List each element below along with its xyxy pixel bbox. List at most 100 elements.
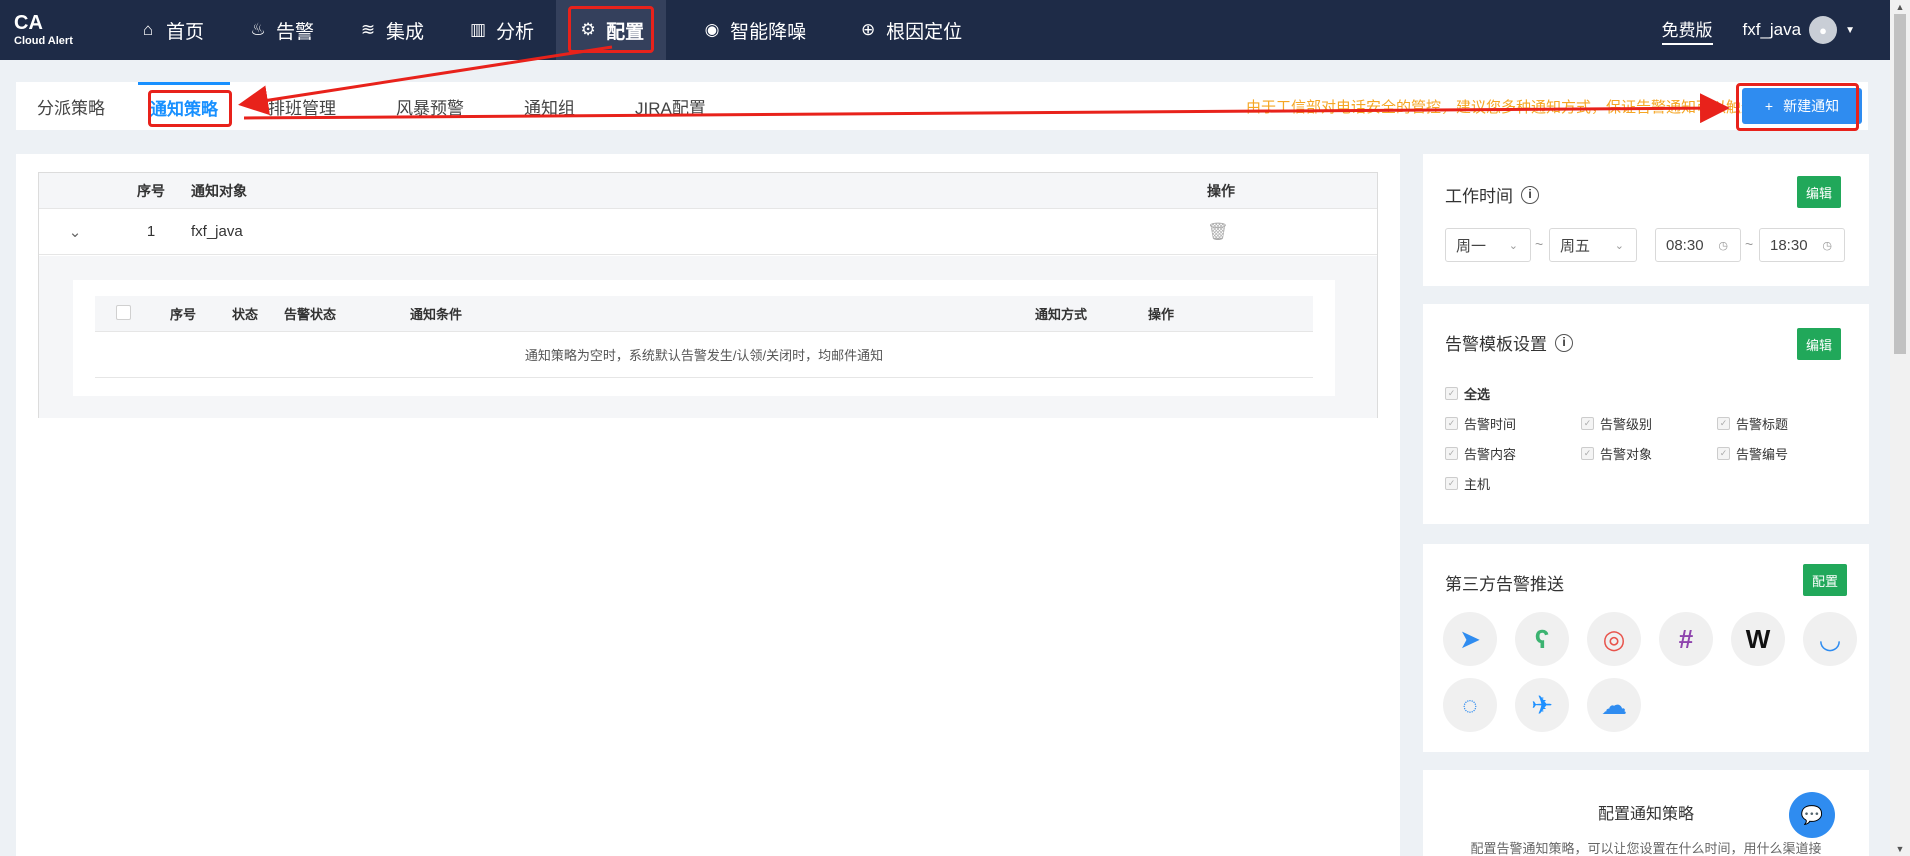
check-icon: ✓: [1581, 417, 1594, 430]
template-checkbox[interactable]: ✓ 告警级别: [1581, 414, 1652, 433]
tab-notify-group[interactable]: 通知组: [494, 82, 605, 130]
info-icon[interactable]: i: [1555, 333, 1573, 352]
sub-header-op: 操作: [1147, 307, 1174, 322]
tab-storm-warning[interactable]: 风暴预警: [366, 82, 494, 130]
template-checkbox[interactable]: ✓ 主机: [1445, 474, 1490, 493]
template-edit-button[interactable]: 编辑: [1797, 328, 1841, 360]
check-icon: ✓: [1581, 447, 1594, 460]
template-checkbox[interactable]: ✓ 告警对象: [1581, 444, 1652, 463]
target-icon: ⊕: [860, 20, 876, 39]
main-nav: ⌂ 首页 ♨ 告警 ≋ 集成 ▥ 分析 ⚙ 配置 ◉ 智能降噪 ⊕ 根因定位: [115, 0, 984, 60]
third-party-config-button[interactable]: 配置: [1803, 564, 1847, 596]
scroll-up-icon[interactable]: ▲: [1890, 0, 1910, 14]
check-icon: ✓: [1717, 417, 1730, 430]
scroll-down-icon[interactable]: ▼: [1890, 842, 1910, 856]
nav-home[interactable]: ⌂ 首页: [115, 0, 226, 60]
template-checkbox[interactable]: ✓ 告警内容: [1445, 444, 1516, 463]
day-to-select[interactable]: 周五 ⌄: [1549, 228, 1637, 262]
tab-label: 风暴预警: [396, 98, 464, 118]
header-no: 序号: [137, 182, 165, 199]
nav-noise-reduction[interactable]: ◉ 智能降噪: [666, 0, 828, 60]
help-desc: 配置告警通知策略，可以让您设置在什么时间，用什么渠道接: [1470, 841, 1822, 856]
chat-bubble-icon[interactable]: ◌: [1443, 678, 1497, 732]
third-party-title: 第三方告警推送: [1445, 575, 1564, 594]
chat-support-button[interactable]: 💬: [1789, 792, 1835, 838]
nav-root-cause[interactable]: ⊕ 根因定位: [828, 0, 984, 60]
smile-icon[interactable]: ◡: [1803, 612, 1857, 666]
day-from-select[interactable]: 周一 ⌄: [1445, 228, 1531, 262]
info-icon[interactable]: i: [1521, 185, 1539, 204]
tab-dispatch-policy[interactable]: 分派策略: [16, 82, 126, 130]
nav-alerts[interactable]: ♨ 告警: [226, 0, 336, 60]
vertical-scrollbar[interactable]: ▲ ▼: [1890, 0, 1910, 856]
free-version-link[interactable]: 免费版: [1661, 16, 1713, 45]
top-right-area: 免费版 fxf_java ● ▼: [1661, 16, 1891, 45]
template-title-row: 告警模板设置 i: [1445, 330, 1573, 355]
logo-title: CA: [14, 12, 43, 34]
policy-subtable-panel: 序号 状态 告警状态 通知条件 通知方式 操作 通知策略为空时，系统默认告警发生…: [73, 280, 1335, 396]
template-checkbox[interactable]: ✓ 告警时间: [1445, 414, 1516, 433]
feishu-icon[interactable]: ◎: [1587, 612, 1641, 666]
day-to-value: 周五: [1560, 237, 1591, 255]
time-to-picker[interactable]: 18:30 ◷: [1759, 228, 1845, 262]
logo[interactable]: CA Cloud Alert: [0, 12, 115, 48]
sub-header-method: 通知方式: [1034, 307, 1087, 322]
chevron-down-icon: ▼: [1845, 24, 1855, 36]
time-to-value: 18:30: [1770, 236, 1808, 254]
user-menu[interactable]: fxf_java ● ▼: [1742, 16, 1855, 44]
chevron-down-icon: ⌄: [1508, 239, 1518, 252]
sub-header-condition: 通知条件: [410, 307, 463, 322]
day-from-value: 周一: [1456, 237, 1487, 255]
chevron-down-icon[interactable]: ⌄: [39, 223, 111, 241]
tab-notify-policy[interactable]: 通知策略: [138, 82, 232, 130]
checkbox-label: 告警级别: [1600, 417, 1653, 432]
annotation-box-new-button: [1736, 83, 1859, 131]
nav-config[interactable]: ⚙ 配置: [556, 0, 667, 60]
nav-integration-label: 集成: [386, 21, 425, 43]
alarm-icon: ♨: [250, 20, 266, 39]
notice-text: 由于工信部对电话安全的管控，建议您多种通知方式，保证告警通知可以触达: [1246, 99, 1751, 116]
username: fxf_java: [1742, 20, 1802, 39]
checkbox-label: 告警标题: [1736, 417, 1789, 432]
main-panel: 序号 通知对象 操作 ⌄ 1 fxf_java 🗑 序号 状态 告警状态 通知条…: [16, 154, 1400, 856]
tab-schedule[interactable]: 排班管理: [230, 82, 366, 130]
row-no: 1: [146, 223, 156, 240]
annotation-box-tab: [148, 90, 232, 127]
trash-icon[interactable]: 🗑: [1207, 222, 1229, 241]
check-icon: ✓: [1445, 477, 1458, 490]
select-all-checkbox[interactable]: ✓ 全选: [1445, 384, 1490, 403]
template-checkbox[interactable]: ✓ 告警标题: [1717, 414, 1788, 433]
nav-integration[interactable]: ≋ 集成: [336, 0, 446, 60]
table-row[interactable]: ⌄ 1 fxf_java 🗑: [39, 209, 1377, 255]
alert-template-card: 告警模板设置 i 编辑 ✓ 全选 ✓ 告警时间 ✓ 告警级别 ✓ 告警标题 ✓ 告警内容 …: [1423, 304, 1869, 524]
chart-icon: ▥: [470, 20, 487, 39]
work-time-card: 工作时间 i 编辑 周一 ⌄ ~ 周五 ⌄ 08:30 ◷ ~ 18:30 ◷: [1423, 154, 1869, 286]
time-from-picker[interactable]: 08:30 ◷: [1655, 228, 1741, 262]
wechat-work-w-icon[interactable]: W: [1731, 612, 1785, 666]
clock-icon: ◷: [1718, 239, 1728, 252]
nav-root-cause-label: 根因定位: [886, 21, 963, 43]
paper-plane-icon[interactable]: ✈: [1515, 678, 1569, 732]
work-time-edit-button[interactable]: 编辑: [1797, 176, 1841, 208]
cloud-icon[interactable]: ☁: [1587, 678, 1641, 732]
tab-jira-config[interactable]: JIRA配置: [605, 82, 727, 130]
third-party-push-card: 第三方告警推送 配置 ➤ ʕ ◎ # W ◡ ◌ ✈ ☁: [1423, 544, 1869, 752]
dingtalk-icon[interactable]: ➤: [1443, 612, 1497, 666]
range-separator: ~: [1535, 236, 1544, 252]
empty-text: 通知策略为空时，系统默认告警发生/认领/关闭时，均邮件通知: [95, 332, 1313, 378]
template-checkbox[interactable]: ✓ 告警编号: [1717, 444, 1788, 463]
check-icon: ✓: [1445, 447, 1458, 460]
header-target: 通知对象: [191, 182, 247, 199]
tab-label: 分派策略: [37, 98, 105, 118]
check-icon: ✓: [1445, 417, 1458, 430]
bear-icon[interactable]: ʕ: [1515, 612, 1569, 666]
select-all-checkbox[interactable]: [115, 304, 131, 320]
scroll-thumb[interactable]: [1894, 14, 1906, 354]
nav-alerts-label: 告警: [276, 21, 315, 43]
nav-analysis[interactable]: ▥ 分析: [446, 0, 556, 60]
slack-icon[interactable]: #: [1659, 612, 1713, 666]
tab-label: 通知组: [524, 98, 575, 118]
time-from-value: 08:30: [1666, 236, 1704, 254]
annotation-box-config: [568, 6, 655, 53]
sub-header-status: 状态: [231, 307, 258, 322]
